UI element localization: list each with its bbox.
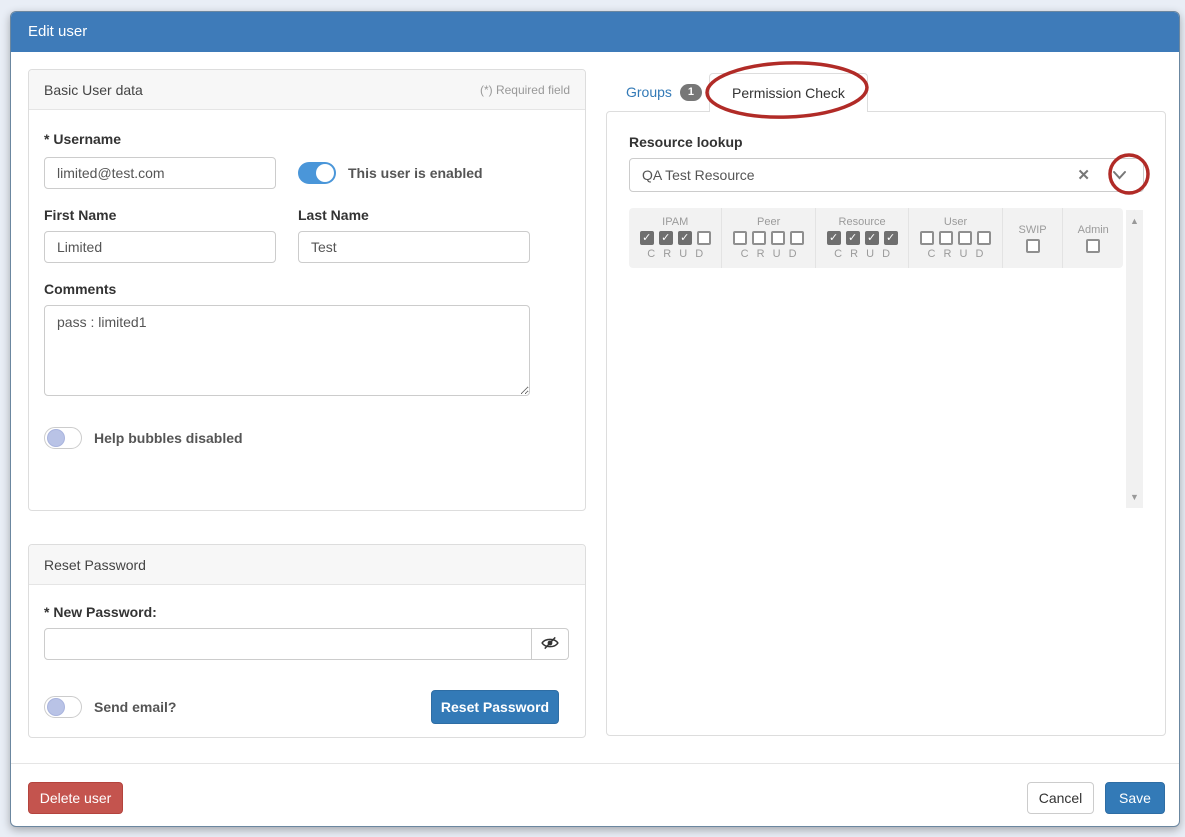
chevron-down-icon[interactable]	[1112, 170, 1127, 180]
crud-letters: C R U D	[741, 248, 797, 260]
reset-password-card: Reset Password * New Password:	[28, 544, 586, 738]
toggle-knob	[47, 429, 65, 447]
scroll-up-icon[interactable]: ▲	[1130, 210, 1139, 232]
permission-checkbox[interactable]: ✓	[884, 231, 898, 245]
toggle-knob	[47, 698, 65, 716]
permission-checkbox[interactable]: ✓	[865, 231, 879, 245]
user-enabled-toggle[interactable]	[298, 162, 336, 184]
reset-card-title: Reset Password	[44, 557, 146, 573]
permission-column-header: Resource	[839, 216, 886, 228]
permission-column-swip: SWIP	[1002, 208, 1063, 268]
cancel-button[interactable]: Cancel	[1027, 782, 1094, 814]
permission-checkbox[interactable]: ✓	[640, 231, 654, 245]
permission-column-resource: Resource ✓ ✓ ✓ ✓ C R U D	[815, 208, 908, 268]
user-enabled-label: This user is enabled	[348, 165, 483, 181]
new-password-label: * New Password:	[44, 604, 570, 620]
permission-checkbox[interactable]	[939, 231, 953, 245]
permission-column-header: Peer	[757, 216, 780, 228]
permission-check-panel: Resource lookup QA Test Resource ✕ IPAM ✓…	[606, 111, 1166, 736]
permission-column-peer: Peer C R U D	[721, 208, 814, 268]
vertical-scrollbar[interactable]: ▲ ▼	[1126, 210, 1143, 508]
modal-header: Edit user	[11, 12, 1179, 52]
permission-row: IPAM ✓ ✓ ✓ C R U D Peer C R U D Resource ✓ ✓ ✓ ✓ C R…	[629, 208, 1123, 268]
eye-off-icon	[541, 636, 559, 653]
groups-tab-label: Groups	[626, 84, 672, 100]
modal-body: Basic User data (*) Required field * Use…	[11, 52, 1179, 763]
permission-checkbox[interactable]	[1026, 239, 1040, 253]
permission-column-ipam: IPAM ✓ ✓ ✓ C R U D	[629, 208, 721, 268]
comments-textarea[interactable]: pass : limited1	[44, 305, 530, 396]
basic-user-data-card: Basic User data (*) Required field * Use…	[28, 69, 586, 511]
permission-column-header: Admin	[1078, 224, 1109, 236]
permission-checkbox-group	[733, 231, 804, 245]
username-label: * Username	[44, 131, 570, 147]
username-input[interactable]	[44, 157, 276, 189]
permission-checkbox[interactable]: ✓	[678, 231, 692, 245]
permission-checkbox[interactable]: ✓	[659, 231, 673, 245]
save-button[interactable]: Save	[1105, 782, 1165, 814]
resource-lookup-label: Resource lookup	[629, 134, 1143, 150]
first-name-label: First Name	[44, 207, 276, 223]
basic-card-header: Basic User data (*) Required field	[29, 70, 585, 110]
tab-groups[interactable]: Groups 1	[626, 73, 702, 111]
selected-resource-value: QA Test Resource	[642, 167, 1077, 183]
permission-results-scroll-area: IPAM ✓ ✓ ✓ C R U D Peer C R U D Resource ✓ ✓ ✓ ✓ C R…	[629, 208, 1143, 508]
help-bubbles-toggle[interactable]	[44, 427, 82, 449]
modal-title: Edit user	[28, 23, 87, 40]
permission-checkbox[interactable]	[958, 231, 972, 245]
crud-letters: C R U D	[834, 248, 890, 260]
permission-column-header: IPAM	[662, 216, 688, 228]
new-password-input[interactable]	[44, 628, 532, 660]
permission-checkbox[interactable]	[771, 231, 785, 245]
clear-selection-icon[interactable]: ✕	[1077, 166, 1090, 184]
permission-checkbox[interactable]	[733, 231, 747, 245]
permission-checkbox[interactable]	[920, 231, 934, 245]
permission-checkbox-group	[920, 231, 991, 245]
crud-letters: C R U D	[647, 248, 703, 260]
groups-count-badge: 1	[680, 84, 702, 101]
permission-checkbox[interactable]	[977, 231, 991, 245]
first-name-input[interactable]	[44, 231, 276, 263]
reset-card-body: * New Password:	[29, 585, 585, 739]
permission-column-header: SWIP	[1019, 224, 1047, 236]
scroll-down-icon[interactable]: ▼	[1130, 486, 1139, 508]
permission-checkbox-group	[1086, 239, 1100, 253]
delete-user-button[interactable]: Delete user	[28, 782, 123, 814]
resource-lookup-select[interactable]: QA Test Resource ✕	[629, 158, 1144, 192]
permission-checkbox-group: ✓ ✓ ✓ ✓	[827, 231, 898, 245]
basic-card-title: Basic User data	[44, 82, 143, 98]
tab-bar: Groups 1 Permission Check	[606, 73, 1166, 111]
permission-checkbox[interactable]: ✓	[827, 231, 841, 245]
permission-checkbox[interactable]	[697, 231, 711, 245]
right-region: Groups 1 Permission Check Resource looku…	[606, 73, 1166, 736]
permission-column-header: User	[944, 216, 967, 228]
permission-checkbox[interactable]	[752, 231, 766, 245]
permission-checkbox[interactable]	[790, 231, 804, 245]
reset-card-header: Reset Password	[29, 545, 585, 585]
permission-checkbox[interactable]	[1086, 239, 1100, 253]
send-email-label: Send email?	[94, 699, 176, 715]
toggle-password-visibility-button[interactable]	[532, 628, 569, 660]
toggle-knob	[316, 164, 334, 182]
crud-letters: C R U D	[928, 248, 984, 260]
permission-checkbox-group: ✓ ✓ ✓	[640, 231, 711, 245]
permission-checkbox-group	[1026, 239, 1040, 253]
reset-password-button[interactable]: Reset Password	[431, 690, 559, 724]
tab-permission-check[interactable]: Permission Check	[709, 73, 868, 112]
basic-card-body: * Username This user is enabled First Na…	[29, 110, 585, 464]
modal-footer: Delete user Cancel Save	[11, 763, 1179, 826]
last-name-label: Last Name	[298, 207, 369, 223]
required-field-note: (*) Required field	[480, 83, 570, 97]
send-email-toggle[interactable]	[44, 696, 82, 718]
help-bubbles-label: Help bubbles disabled	[94, 430, 243, 446]
permission-tab-label: Permission Check	[732, 85, 845, 101]
permission-checkbox[interactable]: ✓	[846, 231, 860, 245]
comments-label: Comments	[44, 281, 570, 297]
last-name-input[interactable]	[298, 231, 530, 263]
edit-user-modal: Edit user Basic User data (*) Required f…	[10, 11, 1180, 827]
permission-column-admin: Admin	[1062, 208, 1123, 268]
permission-column-user: User C R U D	[908, 208, 1001, 268]
